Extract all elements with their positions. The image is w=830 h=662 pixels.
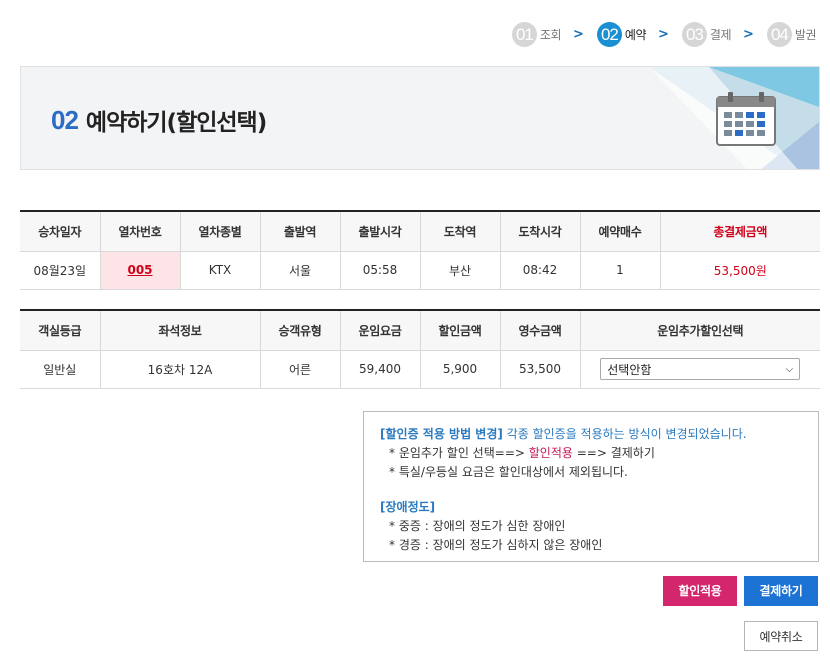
col-header: 도착시각 <box>499 211 581 252</box>
col-header: 운임요금 <box>339 310 421 351</box>
seat-info: 16호차 12A <box>99 349 261 389</box>
train-type: KTX <box>179 250 261 290</box>
notice-line: * 특실/우등실 요금은 할인대상에서 제외됩니다. <box>389 465 628 479</box>
departure-time: 05:58 <box>339 250 421 290</box>
notice-highlight: 할인적용 <box>528 446 573 460</box>
step-label: 조회 <box>539 28 562 42</box>
notice-text: * 운임추가 할인 선택==> <box>389 446 529 460</box>
step-reserve: 02 예약 <box>596 22 647 47</box>
notice-title-disability: [장애정도] <box>380 500 436 514</box>
chevron-right-icon: > <box>573 27 584 42</box>
step-label: 예약 <box>624 28 647 42</box>
discount-notice-box: [할인증 적용 방법 변경] 각종 할인증을 적용하는 방식이 변경되었습니다.… <box>363 411 819 562</box>
page-title-number: 02 <box>51 104 79 135</box>
col-header-total: 총결제금액 <box>659 211 820 252</box>
notice-title: [할인증 적용 방법 변경] <box>380 427 503 441</box>
col-header: 승차일자 <box>20 211 101 252</box>
total-amount: 53,500원 <box>659 250 820 290</box>
table-row: 일반실 16호차 12A 어른 59,400 5,900 53,500 선택안함… <box>20 349 820 389</box>
ticket-count: 1 <box>579 250 661 290</box>
col-header: 할인금액 <box>419 310 501 351</box>
step-number: 03 <box>681 22 707 47</box>
car-class: 일반실 <box>20 349 101 389</box>
boarding-date: 08월23일 <box>20 250 101 290</box>
notice-title-desc: 각종 할인증을 적용하는 방식이 변경되었습니다. <box>502 427 747 441</box>
discount-amount: 5,900 <box>419 349 501 389</box>
col-header: 열차번호 <box>99 211 181 252</box>
extra-discount-select[interactable]: 선택안함 ⌵ <box>600 358 801 380</box>
arrival-time: 08:42 <box>499 250 581 290</box>
col-header: 열차종별 <box>179 211 261 252</box>
step-ticketing: 04 발권 <box>766 22 817 47</box>
table-row: 08월23일 005 KTX 서울 05:58 부산 08:42 1 53,50… <box>20 250 820 290</box>
step-number: 01 <box>511 22 537 47</box>
col-header: 출발역 <box>259 211 341 252</box>
arrival-station: 부산 <box>419 250 501 290</box>
cancel-reservation-button[interactable]: 예약취소 <box>744 621 818 651</box>
col-header: 영수금액 <box>499 310 581 351</box>
passenger-type: 어른 <box>259 349 341 389</box>
notice-line: [할인증 적용 방법 변경] 각종 할인증을 적용하는 방식이 변경되었습니다. <box>380 425 818 444</box>
chevron-right-icon: > <box>743 27 754 42</box>
chevron-right-icon: > <box>658 27 669 42</box>
col-header: 예약매수 <box>579 211 661 252</box>
col-header: 좌석정보 <box>99 310 261 351</box>
calendar-icon <box>716 92 776 146</box>
notice-text: ==> 결제하기 <box>572 446 655 460</box>
col-header: 도착역 <box>419 211 501 252</box>
apply-discount-button[interactable]: 할인적용 <box>663 576 737 606</box>
train-number-cell: 005 <box>99 250 181 290</box>
base-fare: 59,400 <box>339 349 421 389</box>
step-label: 결제 <box>709 28 732 42</box>
seat-fare-table: 객실등급 좌석정보 승객유형 운임요금 할인금액 영수금액 운임추가할인선택 일… <box>20 309 820 389</box>
col-header: 출발시각 <box>339 211 421 252</box>
step-number: 02 <box>596 22 622 47</box>
reservation-summary-table: 승차일자 열차번호 열차종별 출발역 출발시각 도착역 도착시각 예약매수 총결… <box>20 210 820 290</box>
col-header: 운임추가할인선택 <box>579 310 820 351</box>
page-title: 02 예약하기(할인선택) <box>51 103 267 137</box>
table-header-row: 승차일자 열차번호 열차종별 출발역 출발시각 도착역 도착시각 예약매수 총결… <box>20 211 820 252</box>
chevron-down-icon: ⌵ <box>785 363 794 375</box>
step-search: 01 조회 <box>511 22 562 47</box>
step-payment: 03 결제 <box>681 22 732 47</box>
step-number: 04 <box>766 22 792 47</box>
notice-line: * 중증 : 장애의 정도가 심한 장애인 <box>389 519 566 533</box>
extra-discount-cell: 선택안함 ⌵ <box>579 349 820 389</box>
progress-steps: 01 조회 > 02 예약 > 03 결제 > 04 발권 <box>511 22 817 47</box>
col-header: 객실등급 <box>20 310 101 351</box>
page-header-banner: 02 예약하기(할인선택) <box>20 66 820 170</box>
notice-line: * 경증 : 장애의 정도가 심하지 않은 장애인 <box>389 538 603 552</box>
departure-station: 서울 <box>259 250 341 290</box>
train-number-link[interactable]: 005 <box>127 263 152 277</box>
step-label: 발권 <box>794 28 817 42</box>
pay-button[interactable]: 결제하기 <box>744 576 818 606</box>
select-value: 선택안함 <box>607 362 652 377</box>
notice-line: * 운임추가 할인 선택==> 할인적용 ==> 결제하기 <box>380 444 818 463</box>
col-header: 승객유형 <box>259 310 341 351</box>
table-header-row: 객실등급 좌석정보 승객유형 운임요금 할인금액 영수금액 운임추가할인선택 <box>20 310 820 351</box>
page-title-text: 예약하기(할인선택) <box>85 110 267 136</box>
received-amount: 53,500 <box>499 349 581 389</box>
